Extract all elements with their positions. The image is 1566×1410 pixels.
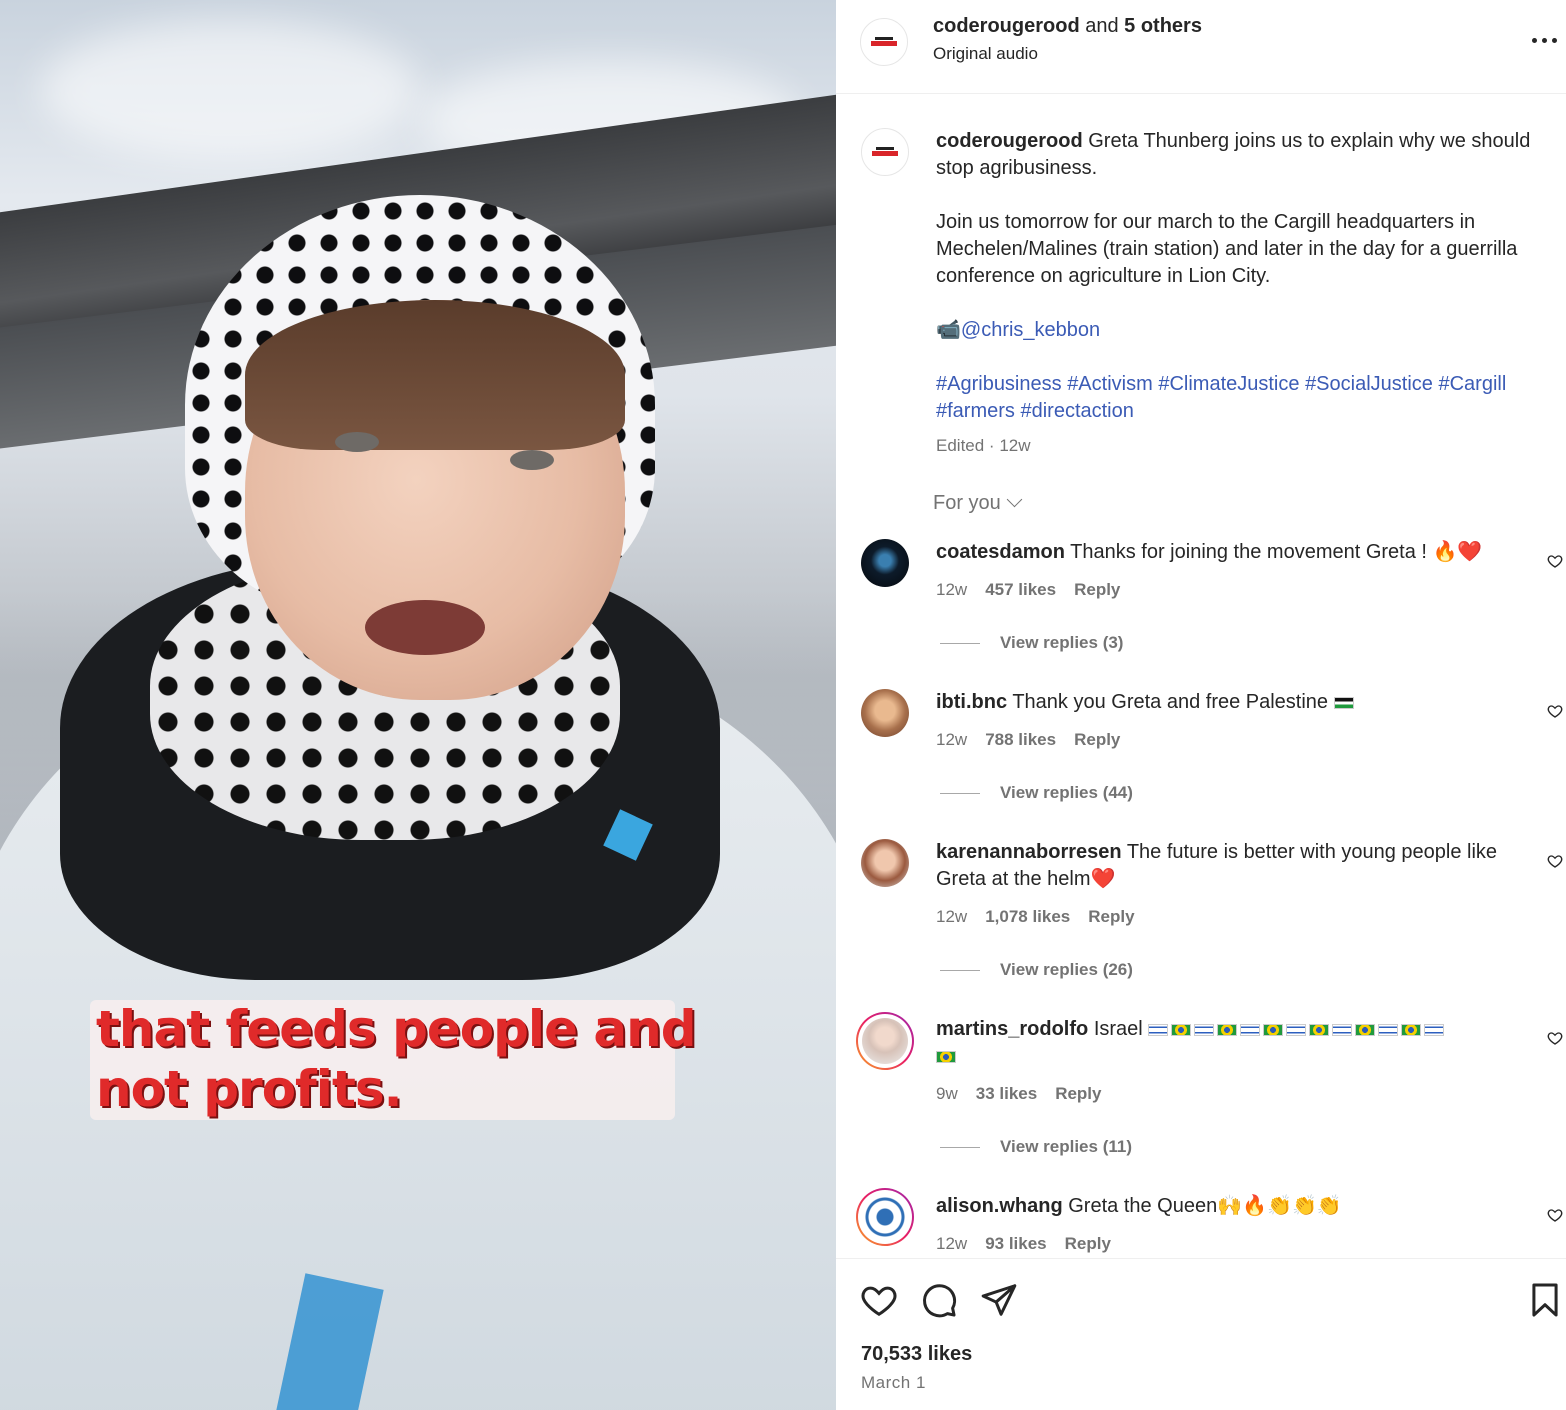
collaborators-link[interactable]: 5 others [1124, 15, 1202, 37]
like-heart-icon[interactable] [860, 1281, 898, 1319]
commenter-avatar-story-ring[interactable] [856, 1012, 914, 1070]
commenter-avatar-story-ring[interactable] [856, 1188, 914, 1246]
comments-sort-dropdown[interactable]: For you [933, 491, 1023, 515]
comment-body: ibti.bnc Thank you Greta and free Palest… [936, 689, 1526, 716]
audio-link[interactable]: Original audio [933, 44, 1038, 64]
palestine-flag-icon [1333, 696, 1354, 709]
post-actions: 70,533 likes March 1 [836, 1258, 1566, 1410]
reply-button[interactable]: Reply [1074, 580, 1120, 599]
comment-meta: 12w 93 likes Reply [936, 1234, 1111, 1253]
israel-flag-icon [1332, 1023, 1353, 1036]
comment-body: alison.whang Greta the Queen🙌🔥👏👏👏 [936, 1195, 1342, 1217]
comment-meta: 12w 1,078 likes Reply [936, 907, 1135, 926]
israel-flag-icon [1424, 1023, 1445, 1036]
post-caption: coderougerood Greta Thunberg joins us to… [936, 128, 1546, 182]
share-paper-plane-icon[interactable] [980, 1281, 1018, 1319]
caption-meta: Edited · 12w [936, 436, 1031, 455]
subtitle-line-1: that feeds people and [96, 1000, 697, 1058]
author-username[interactable]: coderougerood [933, 15, 1080, 37]
view-replies-button[interactable]: View replies (44) [940, 783, 1133, 803]
comment-body: karenannaborresen The future is better w… [936, 841, 1498, 890]
caption-credit: 📹@chris_kebbon [936, 317, 1546, 344]
hashtag-link[interactable]: #Activism [1067, 373, 1153, 395]
comment-likes[interactable]: 93 likes [985, 1234, 1046, 1253]
like-comment-heart-icon[interactable] [1547, 853, 1563, 869]
brazil-flag-icon [1309, 1023, 1330, 1036]
comment-likes[interactable]: 1,078 likes [985, 907, 1070, 926]
brazil-flag-icon [1355, 1023, 1376, 1036]
comment-username[interactable]: karenannaborresen [936, 841, 1122, 863]
like-comment-heart-icon[interactable] [1547, 1030, 1563, 1046]
post-likes-count[interactable]: 70,533 likes [861, 1343, 972, 1366]
israel-flag-icon [1286, 1023, 1307, 1036]
author-avatar[interactable] [860, 18, 908, 66]
comment-meta: 9w 33 likes Reply [936, 1084, 1102, 1103]
brazil-flag-icon [936, 1050, 956, 1063]
like-comment-heart-icon[interactable] [1547, 703, 1563, 719]
reply-button[interactable]: Reply [1065, 1234, 1111, 1253]
comment-likes[interactable]: 457 likes [985, 580, 1056, 599]
brazil-flag-icon [1401, 1023, 1422, 1036]
commenter-avatar[interactable] [861, 539, 909, 587]
view-replies-button[interactable]: View replies (26) [940, 960, 1133, 980]
commenter-avatar[interactable] [861, 689, 909, 737]
comment-likes[interactable]: 788 likes [985, 730, 1056, 749]
hashtag-link[interactable]: #Cargill [1438, 373, 1506, 395]
post-age: 12w [999, 436, 1031, 455]
brazil-flag-icon [1217, 1023, 1238, 1036]
comment-username[interactable]: martins_rodolfo [936, 1018, 1088, 1040]
reply-button[interactable]: Reply [1074, 730, 1120, 749]
post-date: March 1 [861, 1373, 926, 1392]
caption-author-avatar[interactable] [861, 128, 909, 176]
like-comment-heart-icon[interactable] [1547, 553, 1563, 569]
israel-flag-icon [1378, 1023, 1399, 1036]
hashtag-link[interactable]: #directaction [1020, 400, 1133, 422]
hashtag-link[interactable]: #SocialJustice [1305, 373, 1433, 395]
like-comment-heart-icon[interactable] [1547, 1207, 1563, 1223]
israel-flag-icon [1240, 1023, 1261, 1036]
comment-body: coatesdamon Thanks for joining the movem… [936, 541, 1483, 563]
view-replies-button[interactable]: View replies (3) [940, 633, 1123, 653]
commenter-avatar[interactable] [861, 839, 909, 887]
edited-label: Edited [936, 436, 985, 455]
hashtag-link[interactable]: #ClimateJustice [1158, 373, 1299, 395]
comment-meta: 12w 457 likes Reply [936, 580, 1121, 599]
hashtag-link[interactable]: #farmers [936, 400, 1015, 422]
reply-button[interactable]: Reply [1088, 907, 1134, 926]
post-header: coderougerood and 5 others Original audi… [836, 0, 1566, 94]
hashtag-link[interactable]: #Agribusiness [936, 373, 1062, 395]
caption-text-2: Join us tomorrow for our march to the Ca… [936, 211, 1518, 287]
comment-username[interactable]: alison.whang [936, 1195, 1063, 1217]
comment-bubble-icon[interactable] [920, 1281, 958, 1319]
comment-body: martins_rodolfo Israel [936, 1016, 1526, 1070]
comment-username[interactable]: coatesdamon [936, 541, 1065, 563]
israel-flag-icon [1148, 1023, 1169, 1036]
hashtag-list: #Agribusiness #Activism #ClimateJustice … [936, 371, 1546, 425]
bookmark-icon[interactable] [1526, 1281, 1564, 1319]
mention-link[interactable]: @chris_kebbon [961, 319, 1100, 341]
brazil-flag-icon [1171, 1023, 1192, 1036]
israel-flag-icon [1194, 1023, 1215, 1036]
post-panel: coderougerood and 5 others Original audi… [836, 0, 1566, 1410]
more-horizontal-icon[interactable] [1532, 38, 1558, 44]
chevron-down-icon [1006, 491, 1023, 508]
caption-username[interactable]: coderougerood [936, 130, 1083, 152]
post-authors[interactable]: coderougerood and 5 others [933, 15, 1202, 38]
comment-username[interactable]: ibti.bnc [936, 691, 1007, 713]
subtitle-line-2: not profits. [96, 1060, 403, 1118]
view-replies-button[interactable]: View replies (11) [940, 1137, 1132, 1157]
comment-likes[interactable]: 33 likes [976, 1084, 1037, 1103]
reply-button[interactable]: Reply [1055, 1084, 1101, 1103]
brazil-flag-icon [1263, 1023, 1284, 1036]
reel-video[interactable]: that feeds people and not profits. [0, 0, 836, 1410]
comment-meta: 12w 788 likes Reply [936, 730, 1121, 749]
video-camera-icon: 📹 [936, 319, 961, 341]
